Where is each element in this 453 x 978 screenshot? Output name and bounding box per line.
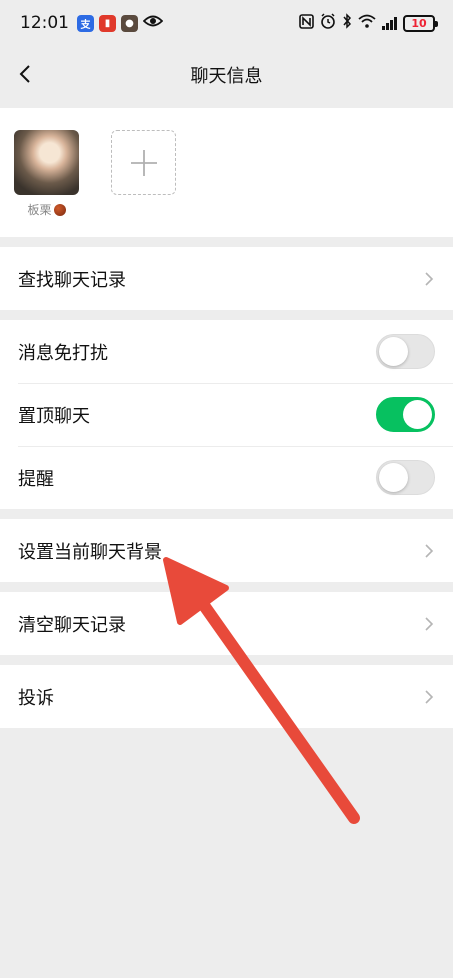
chevron-right-icon: [425, 543, 434, 558]
wifi-icon: [358, 14, 376, 32]
bluetooth-icon: [342, 13, 352, 33]
battery-level: 10: [411, 16, 427, 30]
remind-row: 提醒: [0, 446, 453, 509]
row-label: 清空聊天记录: [18, 614, 126, 636]
member-item[interactable]: 板栗: [14, 130, 79, 237]
row-label: 查找聊天记录: [18, 269, 126, 291]
report-row[interactable]: 投诉: [0, 665, 453, 728]
chevron-right-icon: [425, 616, 434, 631]
clear-history-row[interactable]: 清空聊天记录: [0, 592, 453, 655]
pin-row: 置顶聊天: [0, 383, 453, 446]
nfc-icon: [299, 13, 314, 33]
basketball-icon: [53, 203, 66, 216]
remind-toggle[interactable]: [376, 460, 435, 495]
back-button[interactable]: [12, 59, 38, 89]
member-name: 板栗: [27, 201, 66, 218]
plus-icon: [130, 149, 157, 176]
search-history-row[interactable]: 查找聊天记录: [0, 247, 453, 310]
nav-bar: 聊天信息: [0, 46, 453, 104]
battery-icon: 10: [403, 14, 438, 32]
status-right: 10: [299, 13, 438, 33]
app-notification-icon: 支: [77, 14, 94, 32]
chevron-right-icon: [425, 689, 434, 704]
row-label: 设置当前聊天背景: [18, 541, 162, 563]
report-section: 投诉: [0, 665, 453, 728]
status-bar: 12:01 支 ▮ ● 10: [0, 0, 453, 46]
avatar[interactable]: [14, 130, 79, 195]
alarm-icon: [320, 13, 336, 33]
add-member-button[interactable]: [111, 130, 176, 195]
app-notification-icon: ●: [121, 14, 138, 32]
chevron-left-icon: [19, 65, 30, 83]
row-label: 提醒: [18, 468, 54, 490]
set-background-row[interactable]: 设置当前聊天背景: [0, 519, 453, 582]
status-time: 12:01: [20, 13, 69, 33]
mute-toggle[interactable]: [376, 334, 435, 369]
pin-toggle[interactable]: [376, 397, 435, 432]
chevron-right-icon: [425, 271, 434, 286]
page-title: 聊天信息: [190, 66, 263, 87]
background-section: 设置当前聊天背景: [0, 519, 453, 582]
clear-section: 清空聊天记录: [0, 592, 453, 655]
row-label: 置顶聊天: [18, 405, 90, 427]
row-label: 投诉: [18, 687, 54, 709]
toggle-section: 消息免打扰 置顶聊天 提醒: [0, 320, 453, 509]
members-section: 板栗: [0, 108, 453, 237]
signal-icon: [382, 16, 397, 30]
app-notification-icon: ▮: [99, 14, 116, 32]
search-section: 查找聊天记录: [0, 247, 453, 310]
eye-icon: [142, 13, 164, 33]
mute-row: 消息免打扰: [0, 320, 453, 383]
row-label: 消息免打扰: [18, 342, 108, 364]
